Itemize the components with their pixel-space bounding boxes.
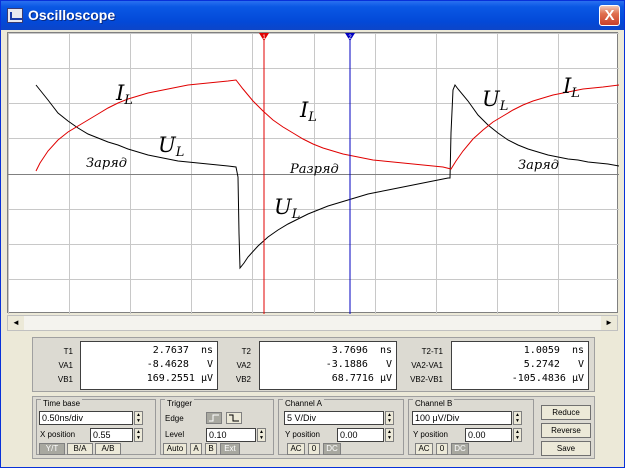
save-button[interactable]: Save (541, 441, 591, 456)
scroll-right-button[interactable]: ► (601, 316, 617, 330)
vb2-label: VB2 (235, 375, 251, 384)
va1-value: -8.4628 V (146, 359, 213, 370)
channel-a-scale-field[interactable]: 5 V/Div (284, 411, 384, 425)
channel-a-ypos-label: Y position (285, 430, 320, 439)
time-base-scale-field[interactable]: 0.50ns/div (39, 411, 133, 425)
channel-b-dc-button[interactable]: DC (451, 443, 469, 455)
oscilloscope-window: Oscilloscope X 1 2 IL UL IL UL UL IL Зар… (0, 0, 625, 468)
controls-panel: Time base 0.50ns/div ▲ ▼ X position 0.55 … (32, 396, 595, 459)
trigger-a-button[interactable]: A (190, 443, 202, 455)
channel-a-title: Channel A (283, 399, 324, 408)
channel-b-scale-spinner[interactable]: ▲ ▼ (513, 411, 522, 425)
reduce-button[interactable]: Reduce (541, 405, 591, 420)
cursor-readout-panel: T1 VA1 VB1 2.7637 ns -8.4628 V 169.2551 … (32, 337, 595, 392)
vb2-value: 68.7716 μV (331, 373, 392, 384)
ba-mode-button[interactable]: B/A (67, 443, 93, 455)
trigger-auto-button[interactable]: Auto (163, 443, 187, 455)
reverse-button[interactable]: Reverse (541, 423, 591, 438)
channel-b-ypos-spinner[interactable]: ▲ ▼ (513, 428, 522, 442)
channel-b-title: Channel B (413, 399, 455, 408)
va1-label: VA1 (58, 361, 73, 370)
edge-rising-button[interactable] (206, 412, 222, 424)
edge-falling-button[interactable] (226, 412, 242, 424)
t2-label: T2 (241, 347, 251, 356)
dva-label: VA2-VA1 (411, 361, 443, 370)
channel-b-ypos-label: Y position (413, 430, 448, 439)
trigger-level-field[interactable]: 0.10 (206, 428, 256, 442)
dva-value: 5.2742 V (523, 359, 584, 370)
horizontal-scrollbar[interactable]: ◄ ► (7, 315, 618, 331)
ab-mode-button[interactable]: A/B (95, 443, 121, 455)
channel-a-ac-button[interactable]: AC (287, 443, 305, 455)
annotation-zaryad-1: Заряд (86, 156, 127, 171)
channel-a-group: Channel A 5 V/Div ▲ ▼ Y position 0.00 ▲ ▼ … (278, 399, 404, 455)
dvb-label: VB2-VB1 (410, 375, 443, 384)
scope-plot: 1 2 IL UL IL UL UL IL Заряд Разряд Заряд (8, 33, 620, 315)
trigger-title: Trigger (165, 399, 195, 408)
oscilloscope-icon (7, 8, 23, 23)
channel-b-ac-button[interactable]: AC (415, 443, 433, 455)
cursor-1-readout: 2.7637 ns -8.4628 V 169.2551 μV (80, 341, 218, 390)
x-position-spinner[interactable]: ▲ ▼ (134, 428, 143, 442)
t1-label: T1 (63, 347, 73, 356)
window-title: Oscilloscope (28, 7, 116, 23)
difference-readout: 1.0059 ns 5.2742 V -105.4836 μV (451, 341, 589, 390)
yt-mode-button[interactable]: Y/T (39, 443, 65, 455)
channel-b-group: Channel B 100 μV/Div ▲ ▼ Y position 0.00 … (408, 399, 534, 455)
channel-a-ypos-field[interactable]: 0.00 (337, 428, 384, 442)
t1-value: 2.7637 ns (152, 345, 213, 356)
level-label: Level (165, 430, 185, 439)
scroll-left-button[interactable]: ◄ (8, 316, 24, 330)
edge-label: Edge (165, 414, 184, 423)
cursor-2-readout: 3.7696 ns -3.1886 V 68.7716 μV (259, 341, 397, 390)
falling-edge-icon (229, 414, 239, 422)
dt-value: 1.0059 ns (523, 345, 584, 356)
close-button[interactable]: X (599, 5, 620, 26)
dvb-value: -105.4836 μV (511, 373, 584, 384)
annotation-il-3: IL (562, 74, 580, 101)
t2-value: 3.7696 ns (331, 345, 392, 356)
dt-label: T2-T1 (421, 347, 443, 356)
annotation-zaryad-2: Заряд (518, 158, 559, 173)
channel-a-zero-button[interactable]: 0 (308, 443, 320, 455)
time-base-spinner[interactable]: ▲ ▼ (134, 411, 143, 425)
time-base-title: Time base (41, 399, 83, 408)
trigger-group: Trigger Edge Level 0.10 ▲ ▼ Auto A B Ext (160, 399, 274, 455)
annotation-razryad: Разряд (289, 162, 339, 177)
title-bar[interactable]: Oscilloscope X (1, 1, 624, 30)
channel-a-ypos-spinner[interactable]: ▲ ▼ (385, 428, 394, 442)
channel-b-zero-button[interactable]: 0 (436, 443, 448, 455)
channel-a-scale-spinner[interactable]: ▲ ▼ (385, 411, 394, 425)
vb1-label: VB1 (57, 375, 73, 384)
annotation-ul-3: UL (482, 87, 508, 114)
annotation-ul-2: UL (274, 195, 300, 222)
rising-edge-icon (209, 414, 219, 422)
annotation-ul-1: UL (158, 133, 184, 160)
vb1-value: 169.2551 μV (146, 373, 213, 384)
x-position-field[interactable]: 0.55 (90, 428, 133, 442)
va2-label: VA2 (236, 361, 251, 370)
trigger-ext-button[interactable]: Ext (220, 443, 240, 455)
channel-b-ypos-field[interactable]: 0.00 (465, 428, 512, 442)
time-base-group: Time base 0.50ns/div ▲ ▼ X position 0.55 … (36, 399, 156, 455)
trigger-level-spinner[interactable]: ▲ ▼ (257, 428, 266, 442)
scope-display: 1 2 IL UL IL UL UL IL Заряд Разряд Заряд (7, 32, 620, 315)
channel-a-dc-button[interactable]: DC (323, 443, 341, 455)
trigger-b-button[interactable]: B (205, 443, 217, 455)
x-position-label: X position (40, 430, 76, 439)
va2-value: -3.1886 V (325, 359, 392, 370)
channel-b-scale-field[interactable]: 100 μV/Div (412, 411, 512, 425)
